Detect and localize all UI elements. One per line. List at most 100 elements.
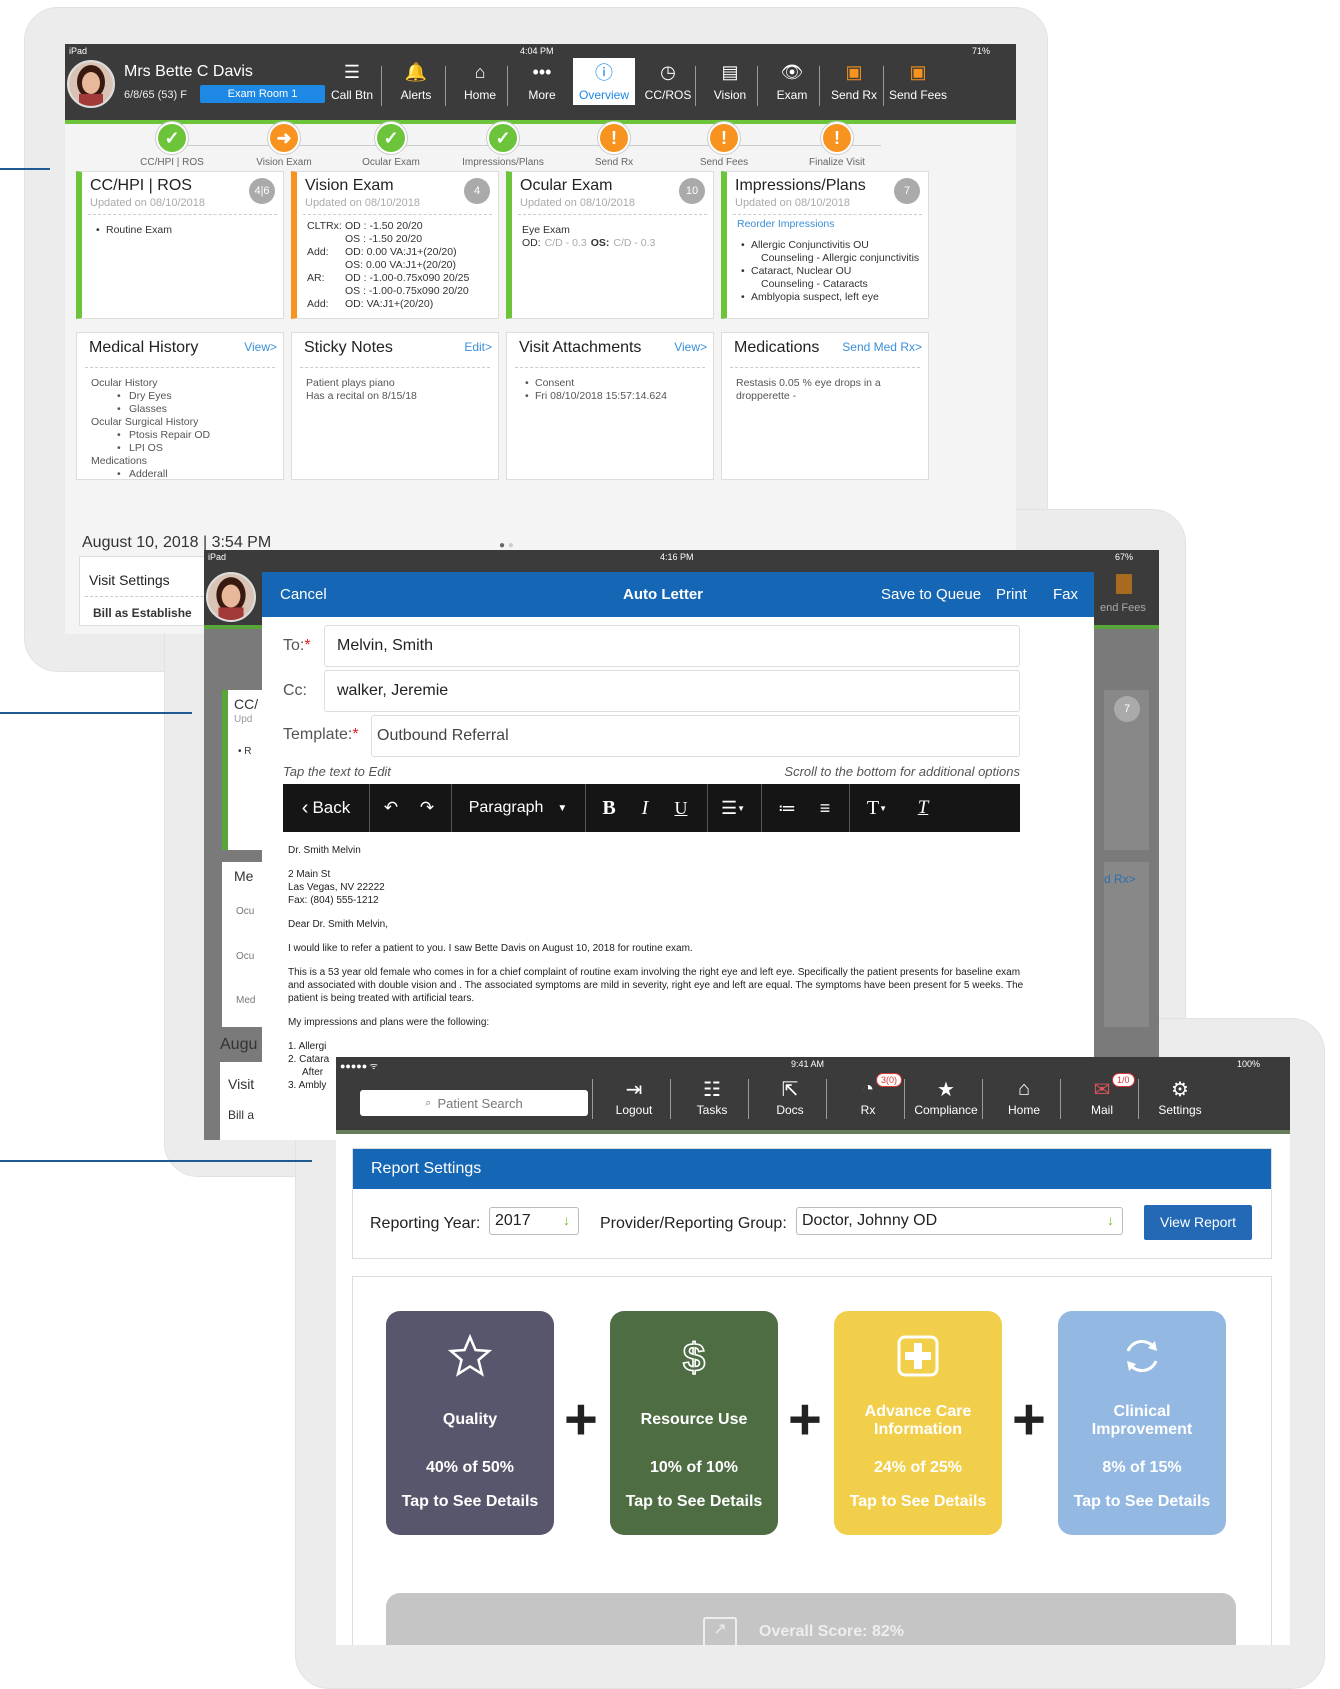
align-icon[interactable]: ☰ ▼ xyxy=(711,784,755,832)
reorder-impressions-link[interactable]: Reorder Impressions xyxy=(737,218,922,231)
italic-icon[interactable]: I xyxy=(627,784,663,832)
toolbar-home[interactable]: ⌂ Home xyxy=(449,58,511,105)
text-size-icon[interactable]: T ▼ xyxy=(855,784,899,832)
metric-details-link[interactable]: Tap to See Details xyxy=(834,1493,1002,1511)
step-finalize-visit[interactable]: ! Finalize Visit xyxy=(782,122,892,168)
toolbar-label: Settings xyxy=(1158,1103,1202,1117)
fax-button[interactable]: Fax xyxy=(1053,586,1078,603)
card-link[interactable]: Edit> xyxy=(464,340,492,354)
visit-settings-label[interactable]: Visit Settings xyxy=(89,572,170,588)
numbered-list-icon[interactable]: ≡ xyxy=(807,784,843,832)
card-link[interactable]: View> xyxy=(244,340,277,354)
card-updated: Updated on 08/10/2018 xyxy=(305,197,420,209)
toolbar-cc-ros[interactable]: ◷ CC/ROS xyxy=(637,58,699,105)
toolbar-rx[interactable]: ◔ Rx 3(0) xyxy=(832,1073,904,1125)
vision-row-value: OS: 0.00 VA:J1+(20/20) xyxy=(345,259,456,271)
toolbar-tasks[interactable]: ☷ Tasks xyxy=(676,1075,748,1125)
card-visit-attachments[interactable]: Visit Attachments View> ConsentFri 08/10/2… xyxy=(506,332,714,480)
cc-field[interactable]: walker, Jeremie xyxy=(324,670,1020,712)
metric-details-link[interactable]: Tap to See Details xyxy=(386,1493,554,1511)
overall-score-bar[interactable]: ↗ Overall Score: 82% xyxy=(386,1593,1236,1645)
card-sticky-notes[interactable]: Sticky Notes Edit> Patient plays piano Has … xyxy=(291,332,499,480)
step-impressions-plans[interactable]: ✓ Impressions/Plans xyxy=(448,122,558,168)
step-cc-hpi-ros[interactable]: ✓ CC/HPI | ROS xyxy=(117,122,227,168)
toolbar-settings[interactable]: ⚙ Settings xyxy=(1144,1075,1216,1125)
bill-as-established[interactable]: Bill as Establishe xyxy=(93,606,192,620)
metric-card-clinical-improvement[interactable]: Clinical Improvement 8% of 15% Tap to See … xyxy=(1058,1311,1226,1535)
bold-icon[interactable]: B xyxy=(591,784,627,832)
chevron-down-icon: ↓ xyxy=(563,1212,570,1228)
cancel-button[interactable]: Cancel xyxy=(280,586,327,603)
toolbar-send-fees[interactable]: ▣ Send Fees xyxy=(887,58,949,105)
refresh-icon xyxy=(1058,1333,1226,1379)
view-report-button[interactable]: View Report xyxy=(1144,1205,1252,1240)
card-line: Ocular Surgical History xyxy=(91,416,199,428)
toolbar-more[interactable]: ••• More xyxy=(511,58,573,105)
card-medications[interactable]: Medications Send Med Rx> Restasis 0.05 % e… xyxy=(721,332,929,480)
toolbar-compliance[interactable]: ★ Compliance xyxy=(910,1075,982,1125)
toolbar-docs[interactable]: ⇱ Docs xyxy=(754,1075,826,1125)
metric-card-resource-use[interactable]: $ Resource Use 10% of 10% Tap to See Detail… xyxy=(610,1311,778,1535)
step-send-rx[interactable]: ! Send Rx xyxy=(559,122,669,168)
edit-hint: Tap the text to Edit xyxy=(283,764,391,779)
toolbar-label: CC/ROS xyxy=(644,88,692,102)
toolbar-home[interactable]: ⌂ Home xyxy=(988,1075,1060,1125)
step-ocular-exam[interactable]: ✓ Ocular Exam xyxy=(336,122,446,168)
plus-icon: + xyxy=(564,1387,598,1452)
metric-title: Quality xyxy=(442,1411,498,1428)
card-vision-exam[interactable]: Vision Exam Updated on 08/10/2018 4 CLTRx: O… xyxy=(291,171,499,319)
metric-details-link[interactable]: Tap to See Details xyxy=(1058,1493,1226,1511)
behind-oc2: Ocu xyxy=(236,951,255,962)
toolbar-call-btn[interactable]: ☰ Call Btn xyxy=(321,58,383,105)
print-button[interactable]: Print xyxy=(996,586,1027,603)
to-field[interactable]: Melvin, Smith xyxy=(324,625,1020,667)
toolbar-label: Rx xyxy=(860,1103,876,1117)
vision-row-label: AR: xyxy=(307,272,325,284)
save-to-queue-button[interactable]: Save to Queue xyxy=(881,586,981,603)
to-label-text: To: xyxy=(283,637,305,654)
impression-item: Counseling - Cataracts xyxy=(761,278,868,290)
letter-body[interactable]: Dr. Smith Melvin 2 Main St Las Vegas, NV… xyxy=(288,844,1038,1092)
behind-med: Med xyxy=(236,995,256,1006)
card-impressions-plans[interactable]: Impressions/Plans Updated on 08/10/2018 7 R… xyxy=(721,171,929,319)
undo-icon[interactable]: ↶ xyxy=(373,784,409,832)
provider-select[interactable]: Doctor, Johnny OD ↓ xyxy=(796,1207,1123,1235)
card-link[interactable]: View> xyxy=(674,340,707,354)
paragraph-dropdown[interactable]: Paragraph ▼ xyxy=(453,784,583,832)
metric-details-link[interactable]: Tap to See Details xyxy=(610,1493,778,1511)
reporting-year-value: 2017 xyxy=(495,1212,531,1229)
avatar[interactable] xyxy=(67,60,115,108)
toolbar-send-rx[interactable]: ▣ Send Rx xyxy=(823,58,885,105)
back-button[interactable]: ‹ Back xyxy=(283,784,369,832)
redo-icon[interactable]: ↷ xyxy=(409,784,445,832)
underline-icon[interactable]: U xyxy=(663,784,699,832)
step-vision-exam[interactable]: ➜ Vision Exam xyxy=(229,122,339,168)
toolbar-exam[interactable]: 👁 Exam xyxy=(761,58,823,105)
reporting-year-select[interactable]: 2017 ↓ xyxy=(489,1207,579,1235)
bullet-list-icon[interactable]: ≔ xyxy=(769,784,805,832)
card-cc-hpi-ros[interactable]: CC/HPI | ROS Updated on 08/10/2018 4|6 Rout… xyxy=(76,171,284,319)
count-badge: 10 xyxy=(679,178,705,204)
step-send-fees[interactable]: ! Send Fees xyxy=(669,122,779,168)
patient-search-input[interactable]: ⌕ Patient Search xyxy=(360,1090,588,1116)
impression-item: Cataract, Nuclear OU xyxy=(737,265,922,278)
vision-row: OS: 0.00 VA:J1+(20/20) xyxy=(307,259,492,272)
exam-room-button[interactable]: Exam Room 1 xyxy=(200,85,325,103)
vision-row: CLTRx: OD : -1.50 20/20 xyxy=(307,220,492,233)
toolbar-mail[interactable]: ✉ Mail 1/0 xyxy=(1066,1073,1138,1125)
toolbar-overview[interactable]: ⓘ Overview xyxy=(573,58,635,105)
toolbar-vision[interactable]: ▤ Vision xyxy=(699,58,761,105)
card-line: Has a recital on 8/15/18 xyxy=(306,390,417,402)
card-ocular-exam[interactable]: Ocular Exam Updated on 08/10/2018 10 Eye Ex… xyxy=(506,171,714,319)
card-link[interactable]: Send Med Rx> xyxy=(842,340,922,354)
clear-format-icon[interactable]: T xyxy=(905,784,941,832)
toolbar-label: Alerts xyxy=(400,88,432,102)
toolbar-logout[interactable]: ⇥ Logout xyxy=(598,1075,670,1125)
metric-card-quality[interactable]: Quality 40% of 50% Tap to See Details xyxy=(386,1311,554,1535)
metric-score: 8% of 15% xyxy=(1102,1459,1182,1476)
metric-card-advance-care-information[interactable]: Advance Care Information 24% of 25% Tap to… xyxy=(834,1311,1002,1535)
template-select[interactable]: Outbound Referral xyxy=(371,715,1020,757)
card-medical-history[interactable]: Medical History View> Ocular HistoryDry Ey… xyxy=(76,332,284,481)
toolbar-alerts[interactable]: 🔔 Alerts xyxy=(385,58,447,105)
impression-item: Allergic Conjunctivitis OU xyxy=(737,239,922,252)
